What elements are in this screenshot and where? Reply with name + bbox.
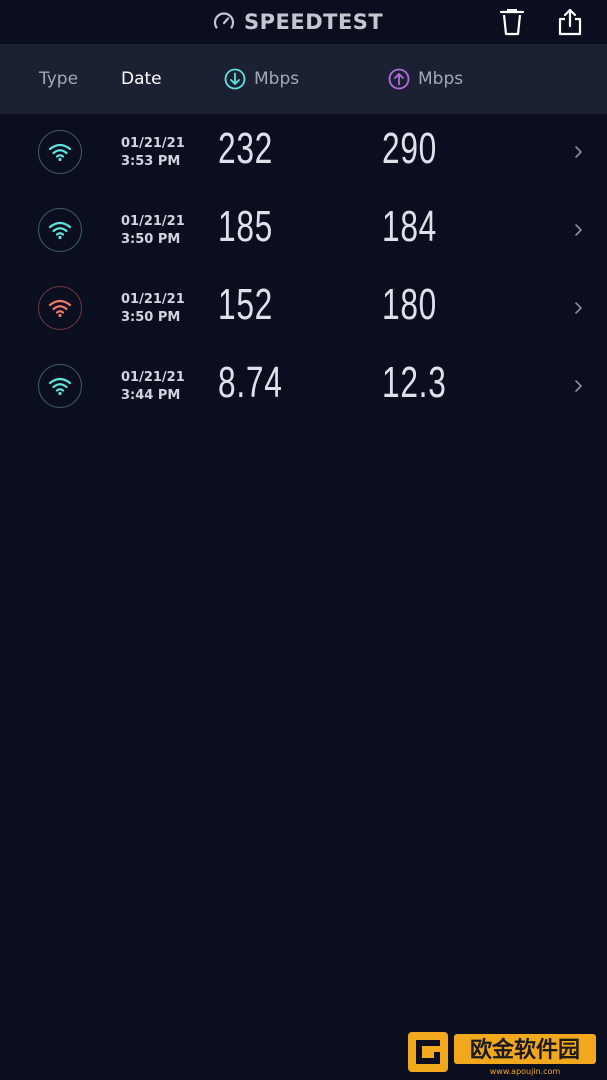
upload-value: 290 xyxy=(382,124,438,173)
upload-value: 184 xyxy=(382,202,438,251)
result-time: 3:44 PM xyxy=(121,388,181,403)
result-row[interactable]: 01/21/21 3:50 PM 152 180 xyxy=(0,270,607,348)
svg-text:www.apoujin.com: www.apoujin.com xyxy=(490,1067,561,1076)
chevron-right-icon xyxy=(575,146,582,158)
result-datetime: 01/21/21 3:50 PM xyxy=(121,213,185,249)
result-time: 3:50 PM xyxy=(121,310,181,325)
chevron-right-icon xyxy=(575,224,582,236)
upload-unit-label: Mbps xyxy=(418,69,464,89)
result-datetime: 01/21/21 3:44 PM xyxy=(121,369,185,405)
type-header-label: Type xyxy=(39,69,79,89)
upload-value: 180 xyxy=(382,280,438,329)
speedometer-icon xyxy=(213,12,235,29)
watermark-logo: 欧金软件园 www.apoujin.com xyxy=(408,1032,596,1076)
result-datetime: 01/21/21 3:53 PM xyxy=(121,135,185,171)
result-time: 3:50 PM xyxy=(121,232,181,247)
wifi-type-badge xyxy=(38,130,82,174)
upload-value: 12.3 xyxy=(382,358,447,407)
column-header: Type Date Mbps Mbps xyxy=(0,44,607,114)
result-date: 01/21/21 xyxy=(121,292,185,307)
download-value: 185 xyxy=(218,202,274,251)
result-datetime: 01/21/21 3:50 PM xyxy=(121,291,185,327)
wifi-icon xyxy=(48,143,72,162)
result-date: 01/21/21 xyxy=(121,214,185,229)
app-title-group: SPEEDTEST xyxy=(212,8,383,36)
sort-by-type[interactable]: Type xyxy=(39,44,78,114)
upload-arrow-icon xyxy=(388,68,410,90)
result-row[interactable]: 01/21/21 3:53 PM 232 290 xyxy=(0,114,607,192)
share-icon xyxy=(558,8,582,36)
result-row[interactable]: 01/21/21 3:50 PM 185 184 xyxy=(0,192,607,270)
download-arrow-icon xyxy=(224,68,246,90)
wifi-icon xyxy=(48,299,72,318)
svg-text:欧金软件园: 欧金软件园 xyxy=(470,1037,580,1063)
result-date: 01/21/21 xyxy=(121,370,185,385)
wifi-type-badge xyxy=(38,364,82,408)
download-unit-label: Mbps xyxy=(254,69,300,89)
download-value: 152 xyxy=(218,280,274,329)
sort-by-upload[interactable]: Mbps xyxy=(388,44,463,114)
sort-by-download[interactable]: Mbps xyxy=(224,44,299,114)
app-title: SPEEDTEST xyxy=(244,10,384,34)
download-value: 8.74 xyxy=(218,358,283,407)
wifi-icon xyxy=(48,377,72,396)
wifi-type-badge xyxy=(38,286,82,330)
delete-button[interactable] xyxy=(495,5,529,39)
date-header-label: Date xyxy=(121,69,162,89)
wifi-type-badge xyxy=(38,208,82,252)
result-row[interactable]: 01/21/21 3:44 PM 8.74 12.3 xyxy=(0,348,607,426)
wifi-icon xyxy=(48,221,72,240)
chevron-right-icon xyxy=(575,380,582,392)
result-date: 01/21/21 xyxy=(121,136,185,151)
download-value: 232 xyxy=(218,124,274,173)
trash-icon xyxy=(499,9,525,36)
chevron-right-icon xyxy=(575,302,582,314)
sort-by-date[interactable]: Date xyxy=(121,44,162,114)
result-time: 3:53 PM xyxy=(121,154,181,169)
share-button[interactable] xyxy=(553,5,587,39)
top-bar: SPEEDTEST xyxy=(0,0,607,44)
